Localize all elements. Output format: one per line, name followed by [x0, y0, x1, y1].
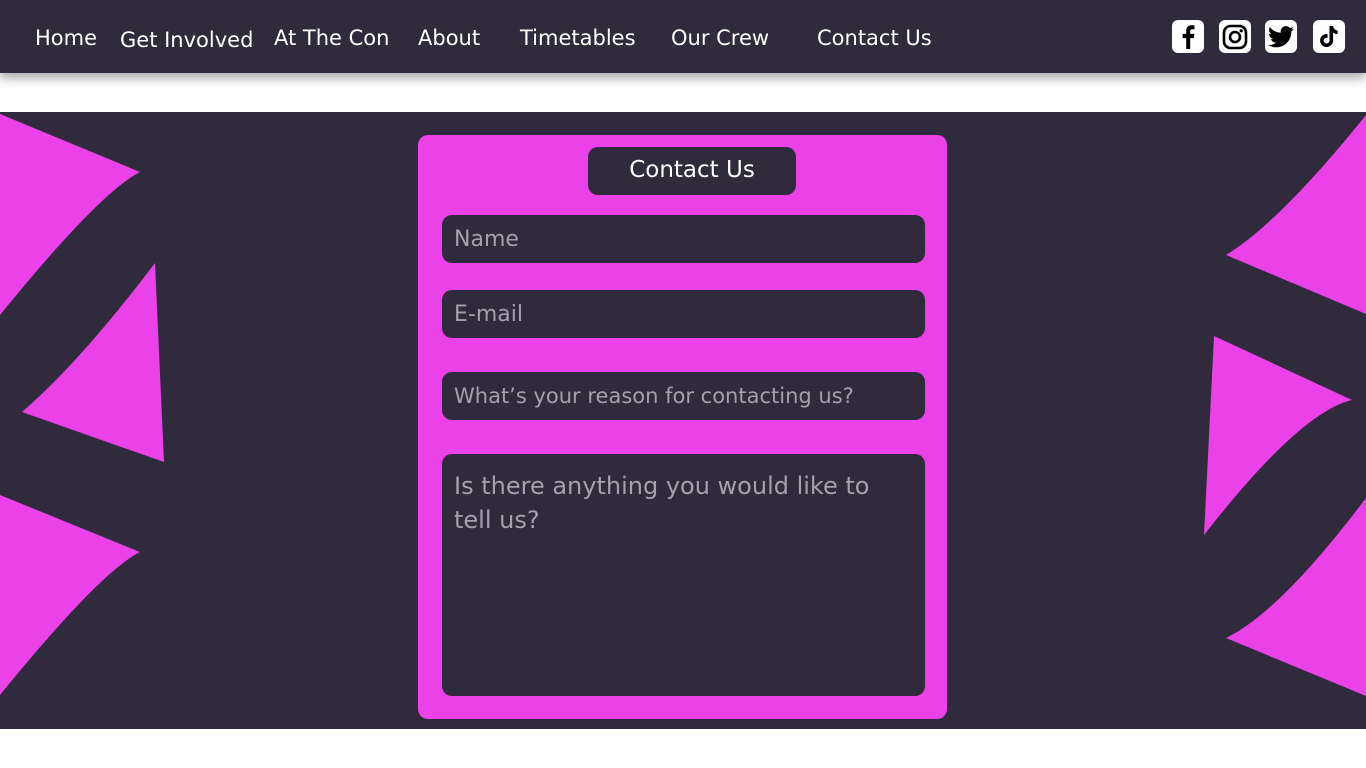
nav-home-link[interactable]: Home — [35, 22, 97, 54]
instagram-icon[interactable] — [1219, 20, 1251, 53]
pennant-left-top — [0, 114, 140, 315]
pennant-right-middle — [1204, 336, 1352, 535]
nav-timetables-link[interactable]: Timetables — [520, 22, 636, 54]
twitter-icon[interactable] — [1265, 20, 1297, 53]
pennant-left-bottom — [0, 495, 140, 695]
facebook-icon[interactable] — [1172, 20, 1204, 53]
contact-form-title: Contact Us — [588, 147, 796, 195]
nav-contact-us-link[interactable]: Contact Us — [817, 22, 932, 54]
nav-at-the-con-link[interactable]: At The Con — [274, 22, 389, 54]
top-navigation-bar: Home Get Involved At The Con About Timet… — [0, 0, 1366, 73]
nav-about-link[interactable]: About — [418, 22, 480, 54]
pennant-right-bottom — [1226, 498, 1366, 696]
name-field[interactable] — [442, 215, 925, 263]
contact-section: Contact Us — [0, 112, 1366, 729]
pennant-right-top — [1226, 115, 1366, 314]
email-field[interactable] — [442, 290, 925, 338]
message-textarea[interactable] — [442, 454, 925, 696]
pennant-left-middle — [22, 263, 164, 462]
reason-field[interactable] — [442, 372, 925, 420]
contact-form: Contact Us — [418, 135, 947, 719]
nav-get-involved-link[interactable]: Get Involved — [120, 24, 253, 56]
nav-our-crew-link[interactable]: Our Crew — [671, 22, 769, 54]
tiktok-icon[interactable] — [1313, 20, 1345, 53]
